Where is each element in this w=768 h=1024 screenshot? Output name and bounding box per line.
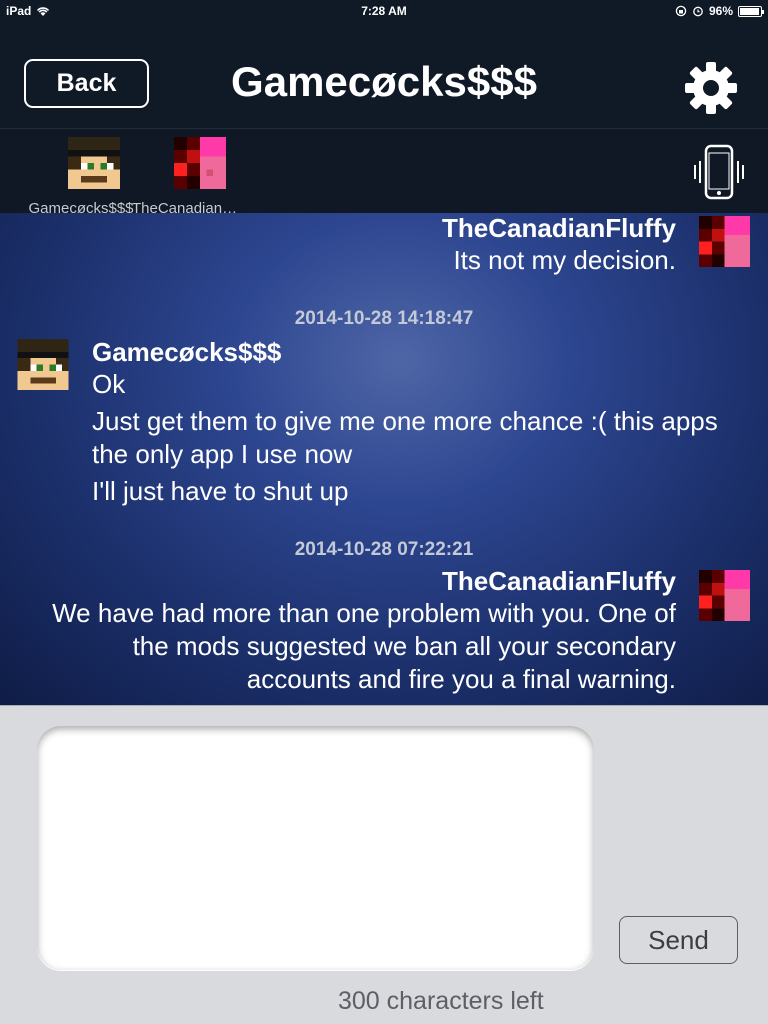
message-item: TheCanadianFluffy Its not my decision.: [442, 213, 676, 277]
message-text: Just get them to give me one more chance…: [92, 406, 718, 469]
battery-percent: 96%: [708, 4, 733, 18]
status-bar: iPad 7:28 AM 96%: [0, 0, 768, 22]
avatar: [68, 137, 120, 189]
avatar: [699, 570, 750, 621]
battery-icon: [738, 5, 764, 17]
send-button[interactable]: Send: [619, 916, 738, 964]
message-text: We have had more than one problem with y…: [52, 598, 676, 694]
message-timestamp: 2014-10-28 07:22:21: [294, 539, 474, 560]
message-sender: TheCanadianFluffy: [441, 213, 676, 243]
vibrate-phone-icon[interactable]: [690, 143, 748, 201]
composer: Send 300 characters left: [0, 705, 768, 1024]
participant-thecanadianfluffy[interactable]: TheCanadianFluffy: [132, 137, 242, 217]
message-sender: TheCanadianFluffy: [441, 566, 676, 596]
status-right: 96%: [675, 4, 764, 18]
back-button[interactable]: Back: [24, 59, 149, 108]
orientation-lock-icon: [675, 5, 687, 17]
participants-bar: Gamecøcks$$$ TheCanadianFluffy: [0, 128, 768, 217]
avatar: [699, 216, 750, 267]
characters-left-counter: 300 characters left: [338, 987, 544, 1015]
gear-icon[interactable]: [683, 60, 739, 116]
message-item: Gamecøcks$$$ Ok Just get them to give me…: [92, 337, 732, 508]
participant-gamecocks[interactable]: Gamecøcks$$$: [26, 137, 136, 217]
message-text: I'll just have to shut up: [92, 476, 349, 506]
avatar: [174, 137, 226, 189]
status-time: 7:28 AM: [361, 4, 407, 18]
message-item: TheCanadianFluffy We have had more than …: [36, 566, 676, 696]
message-text: Its not my decision.: [453, 245, 676, 275]
alarm-icon: [693, 6, 703, 17]
message-timestamp: 2014-10-28 14:18:47: [294, 308, 474, 329]
message-sender: Gamecøcks$$$: [92, 337, 282, 367]
nav-bar: Back Gamecøcks$$$: [0, 22, 768, 128]
message-text: Ok: [92, 369, 126, 399]
message-list[interactable]: TheCanadianFluffy Its not my decision. 2…: [0, 213, 768, 705]
conversation-title: Gamecøcks$$$: [231, 58, 537, 105]
message-input[interactable]: [37, 726, 594, 970]
avatar: [17, 339, 69, 390]
